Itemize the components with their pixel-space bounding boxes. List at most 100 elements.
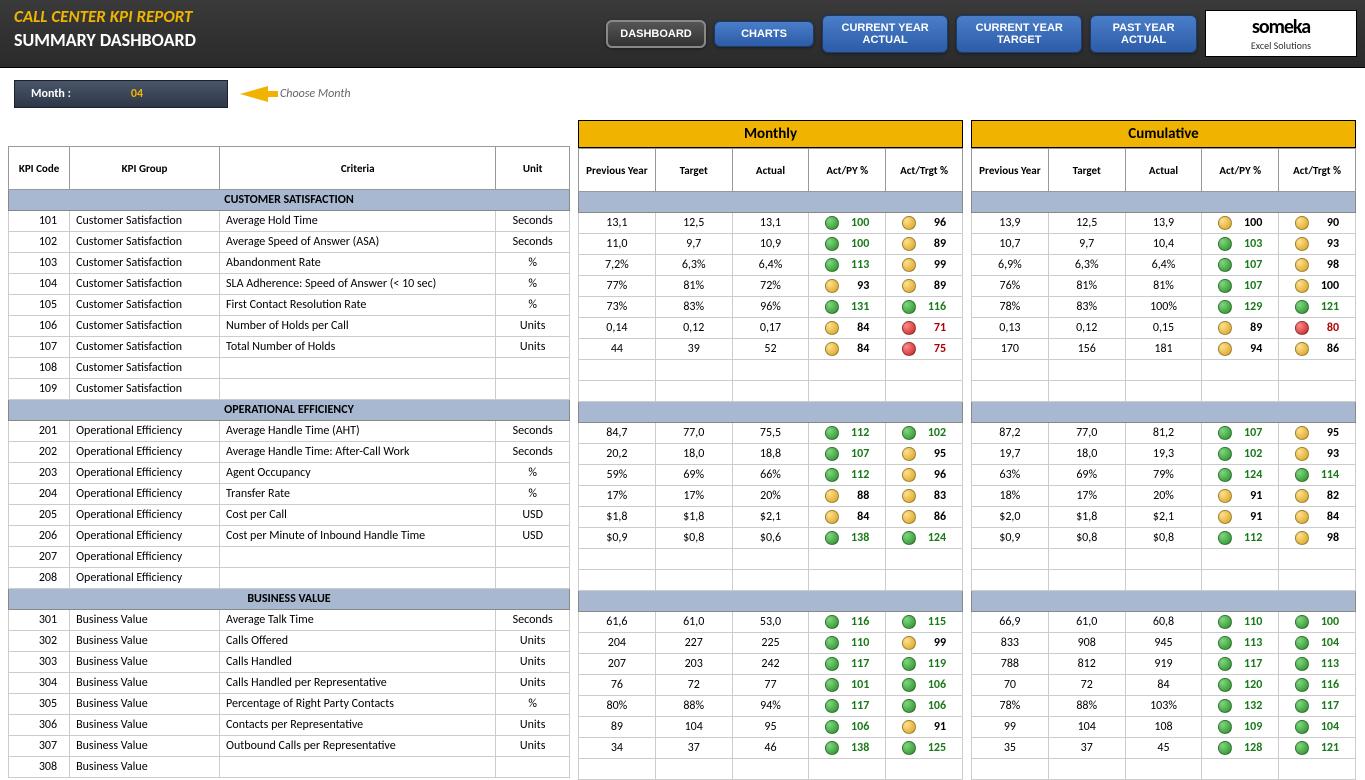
status-dot-icon bbox=[1218, 678, 1232, 692]
prev-year-value: 13,1 bbox=[579, 213, 656, 234]
month-selector[interactable]: Month : 04 bbox=[14, 80, 228, 108]
data-row: 13,912,513,910090 bbox=[972, 213, 1356, 234]
status-dot-icon bbox=[1218, 321, 1232, 335]
data-row: 353745128121 bbox=[972, 738, 1356, 759]
pct-value: 120 bbox=[1236, 678, 1262, 692]
kpi-row: 307Business ValueOutbound Calls per Repr… bbox=[9, 736, 570, 757]
kpi-unit: Units bbox=[496, 337, 570, 358]
cumulative-header-row: Previous Year Target Actual Act/PY % Act… bbox=[972, 149, 1356, 192]
group-spacer bbox=[972, 402, 1356, 423]
actual-value: $0,8 bbox=[1125, 528, 1202, 549]
pct-value: 112 bbox=[843, 426, 869, 440]
target-value: $0,8 bbox=[655, 528, 732, 549]
status-dot-icon bbox=[1295, 720, 1309, 734]
status-dot-icon bbox=[825, 279, 839, 293]
prev-year-value: 20,2 bbox=[579, 444, 656, 465]
status-dot-icon bbox=[825, 678, 839, 692]
target-value: 88% bbox=[1048, 696, 1125, 717]
controls-row: Month : 04 Choose Month bbox=[0, 68, 1365, 120]
prev-year-value: 18% bbox=[972, 486, 1049, 507]
status-dot-icon bbox=[902, 426, 916, 440]
actual-value: 6,4% bbox=[1125, 255, 1202, 276]
data-row: 833908945113104 bbox=[972, 633, 1356, 654]
pct-value: 100 bbox=[1313, 615, 1339, 629]
kpi-code: 206 bbox=[9, 526, 70, 547]
kpi-code: 202 bbox=[9, 442, 70, 463]
target-value: 83% bbox=[1048, 297, 1125, 318]
actual-value: 96% bbox=[732, 297, 809, 318]
prev-year-value: 207 bbox=[579, 654, 656, 675]
kpi-group: Customer Satisfaction bbox=[70, 358, 220, 379]
nav-py-actual-button[interactable]: PAST YEAR ACTUAL bbox=[1090, 15, 1197, 53]
data-row bbox=[579, 381, 963, 402]
pct-value: 121 bbox=[1313, 300, 1339, 314]
data-row: 66,961,060,8110100 bbox=[972, 612, 1356, 633]
data-row bbox=[579, 549, 963, 570]
target-value: 72 bbox=[655, 675, 732, 696]
data-row bbox=[972, 381, 1356, 402]
actual-value: 81,2 bbox=[1125, 423, 1202, 444]
pct-value: 117 bbox=[843, 657, 869, 671]
kpi-code: 102 bbox=[9, 232, 70, 253]
kpi-criteria: Agent Occupancy bbox=[220, 463, 496, 484]
nav-cy-target-button[interactable]: CURRENT YEAR TARGET bbox=[956, 15, 1082, 53]
prev-year-value: 61,6 bbox=[579, 612, 656, 633]
pct-value: 119 bbox=[920, 657, 946, 671]
status-dot-icon bbox=[902, 300, 916, 314]
actual-value: 19,3 bbox=[1125, 444, 1202, 465]
status-dot-icon bbox=[1218, 216, 1232, 230]
status-dot-icon bbox=[902, 279, 916, 293]
kpi-group: Operational Efficiency bbox=[70, 526, 220, 547]
kpi-group: Operational Efficiency bbox=[70, 568, 220, 589]
kpi-row: 303Business ValueCalls HandledUnits bbox=[9, 652, 570, 673]
kpi-unit: USD bbox=[496, 505, 570, 526]
kpi-unit: Units bbox=[496, 316, 570, 337]
status-dot-icon bbox=[902, 321, 916, 335]
kpi-code: 205 bbox=[9, 505, 70, 526]
kpi-code: 207 bbox=[9, 547, 70, 568]
cumulative-panel-header: Cumulative bbox=[971, 120, 1356, 148]
pct-value: 107 bbox=[1236, 426, 1262, 440]
col-act-trgt: Act/Trgt % bbox=[1279, 149, 1356, 192]
target-value: 6,3% bbox=[655, 255, 732, 276]
pct-value: 125 bbox=[920, 741, 946, 755]
data-row: 6,9%6,3%6,4%10798 bbox=[972, 255, 1356, 276]
data-row bbox=[972, 759, 1356, 780]
actual-value: 20% bbox=[1125, 486, 1202, 507]
target-value: 37 bbox=[1048, 738, 1125, 759]
kpi-group: Customer Satisfaction bbox=[70, 211, 220, 232]
nav-charts-button[interactable]: CHARTS bbox=[714, 21, 814, 47]
nav-dashboard-button[interactable]: DASHBOARD bbox=[606, 20, 706, 48]
status-dot-icon bbox=[1295, 699, 1309, 713]
status-dot-icon bbox=[1295, 531, 1309, 545]
kpi-group: Operational Efficiency bbox=[70, 421, 220, 442]
kpi-group: Business Value bbox=[70, 757, 220, 778]
target-value: 12,5 bbox=[655, 213, 732, 234]
pct-value: 114 bbox=[1313, 468, 1339, 482]
actual-value: 94% bbox=[732, 696, 809, 717]
pct-value: 84 bbox=[843, 321, 869, 335]
target-value: 72 bbox=[1048, 675, 1125, 696]
prev-year-value: $0,9 bbox=[579, 528, 656, 549]
kpi-unit: % bbox=[496, 274, 570, 295]
status-dot-icon bbox=[825, 636, 839, 650]
monthly-panel: Monthly Previous Year Target Actual Act/… bbox=[578, 120, 963, 780]
nav-cy-actual-button[interactable]: CURRENT YEAR ACTUAL bbox=[822, 15, 948, 53]
target-value: 81% bbox=[1048, 276, 1125, 297]
pct-value: 102 bbox=[920, 426, 946, 440]
actual-value: 0,15 bbox=[1125, 318, 1202, 339]
actual-value: 13,9 bbox=[1125, 213, 1202, 234]
data-row: 0,140,120,178471 bbox=[579, 318, 963, 339]
kpi-criteria: Cost per Minute of Inbound Handle Time bbox=[220, 526, 496, 547]
actual-value: 242 bbox=[732, 654, 809, 675]
pct-value: 98 bbox=[1313, 531, 1339, 545]
actual-value: 10,9 bbox=[732, 234, 809, 255]
kpi-group: Business Value bbox=[70, 715, 220, 736]
col-prev-year: Previous Year bbox=[972, 149, 1049, 192]
pct-value: 106 bbox=[920, 678, 946, 692]
kpi-row: 107Customer SatisfactionTotal Number of … bbox=[9, 337, 570, 358]
kpi-definitions-panel: KPI Code KPI Group Criteria Unit CUSTOME… bbox=[8, 120, 570, 780]
prev-year-value: 77% bbox=[579, 276, 656, 297]
status-dot-icon bbox=[1218, 741, 1232, 755]
pct-value: 86 bbox=[1313, 342, 1339, 356]
